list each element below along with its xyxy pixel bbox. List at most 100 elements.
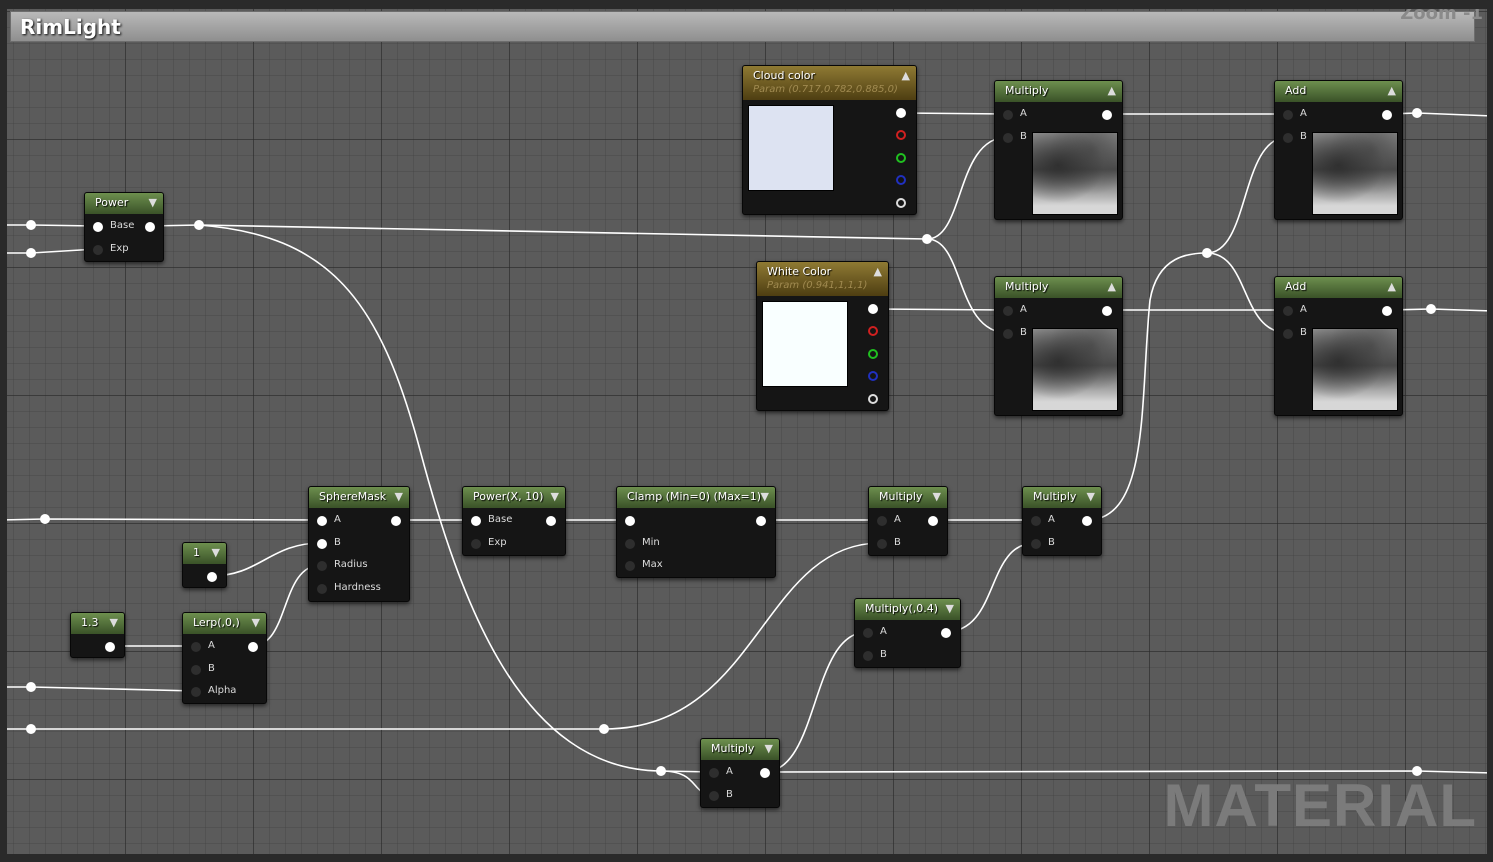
input-pin[interactable] <box>625 516 635 526</box>
output-pin-r[interactable] <box>896 130 906 140</box>
input-pin-radius[interactable] <box>317 561 327 571</box>
output-pin-r[interactable] <box>868 326 878 336</box>
lerp-node[interactable]: Lerp(,0,) ▼ A B Alpha <box>182 612 267 704</box>
input-pin-b[interactable] <box>709 791 719 801</box>
triangle-up-icon[interactable]: ▲ <box>1108 84 1116 97</box>
triangle-up-icon[interactable]: ▲ <box>1108 280 1116 293</box>
input-pin-exp[interactable] <box>471 539 481 549</box>
reroute-knot[interactable] <box>599 724 609 734</box>
output-pin-b[interactable] <box>896 175 906 185</box>
output-pin[interactable] <box>1382 306 1392 316</box>
input-pin-a[interactable] <box>1283 306 1293 316</box>
input-pin-max[interactable] <box>625 561 635 571</box>
reroute-knot[interactable] <box>194 220 204 230</box>
output-pin[interactable] <box>546 516 556 526</box>
input-pin-b[interactable] <box>1031 539 1041 549</box>
reroute-knot[interactable] <box>1412 108 1422 118</box>
reroute-knot[interactable] <box>26 248 36 258</box>
spheremask-node[interactable]: SphereMask ▼ A B Radius Hardness <box>308 486 410 602</box>
input-pin-b[interactable] <box>1283 133 1293 143</box>
input-pin-alpha[interactable] <box>191 687 201 697</box>
input-pin-a[interactable] <box>1031 516 1041 526</box>
multiply-node[interactable]: Multiply ▲ A B <box>994 276 1123 416</box>
output-pin[interactable] <box>391 516 401 526</box>
triangle-up-icon[interactable]: ▲ <box>902 69 910 82</box>
output-pin[interactable] <box>248 642 258 652</box>
reroute-knot[interactable] <box>922 234 932 244</box>
chevron-down-icon[interactable]: ▼ <box>933 490 941 503</box>
power-x-10-node[interactable]: Power(X, 10) ▼ Base Exp <box>462 486 566 556</box>
output-pin-g[interactable] <box>896 153 906 163</box>
input-pin-base[interactable] <box>93 222 103 232</box>
input-pin-hardness[interactable] <box>317 584 327 594</box>
input-pin-a[interactable] <box>709 768 719 778</box>
add-node[interactable]: Add ▲ A B <box>1274 80 1403 220</box>
chevron-down-icon[interactable]: ▼ <box>212 546 220 559</box>
output-pin[interactable] <box>928 516 938 526</box>
input-pin-b[interactable] <box>1283 329 1293 339</box>
output-pin[interactable] <box>1102 306 1112 316</box>
output-pin[interactable] <box>760 768 770 778</box>
input-pin-a[interactable] <box>1003 110 1013 120</box>
comment-box-header[interactable]: RimLight <box>10 11 1475 42</box>
chevron-down-icon[interactable]: ▼ <box>252 616 260 629</box>
reroute-knot[interactable] <box>1426 304 1436 314</box>
chevron-down-icon[interactable]: ▼ <box>1087 490 1095 503</box>
constant-node[interactable]: 1.3 ▼ <box>70 612 125 658</box>
input-pin-min[interactable] <box>625 539 635 549</box>
output-pin[interactable] <box>207 572 217 582</box>
output-pin[interactable] <box>1102 110 1112 120</box>
chevron-down-icon[interactable]: ▼ <box>765 742 773 755</box>
reroute-knot[interactable] <box>26 220 36 230</box>
reroute-knot[interactable] <box>40 514 50 524</box>
input-pin-b[interactable] <box>877 539 887 549</box>
add-node[interactable]: Add ▲ A B <box>1274 276 1403 416</box>
chevron-down-icon[interactable]: ▼ <box>110 616 118 629</box>
output-pin[interactable] <box>756 516 766 526</box>
chevron-down-icon[interactable]: ▼ <box>395 490 403 503</box>
output-pin-rgb[interactable] <box>896 108 906 118</box>
chevron-down-icon[interactable]: ▼ <box>761 490 769 503</box>
reroute-knot[interactable] <box>26 682 36 692</box>
triangle-up-icon[interactable]: ▲ <box>1388 280 1396 293</box>
output-pin-a[interactable] <box>868 394 878 404</box>
reroute-knot[interactable] <box>1202 248 1212 258</box>
output-pin[interactable] <box>1082 516 1092 526</box>
input-pin-a[interactable] <box>191 642 201 652</box>
multiply-node[interactable]: Multiply ▲ A B <box>994 80 1123 220</box>
multiply-node[interactable]: Multiply ▼ A B <box>700 738 780 808</box>
triangle-up-icon[interactable]: ▲ <box>1388 84 1396 97</box>
white-color-param-node[interactable]: White Color Param (0.941,1,1,1) ▲ <box>756 261 889 411</box>
input-pin-base[interactable] <box>471 516 481 526</box>
output-pin-b[interactable] <box>868 371 878 381</box>
output-pin[interactable] <box>1382 110 1392 120</box>
input-pin-b[interactable] <box>863 651 873 661</box>
multiply-node[interactable]: Multiply ▼ A B <box>868 486 948 556</box>
input-pin-a[interactable] <box>863 628 873 638</box>
multiply-0-4-node[interactable]: Multiply(,0.4) ▼ A B <box>854 598 961 668</box>
output-pin-g[interactable] <box>868 349 878 359</box>
input-pin-a[interactable] <box>317 516 327 526</box>
output-pin[interactable] <box>105 642 115 652</box>
input-pin-b[interactable] <box>1003 329 1013 339</box>
input-pin-b[interactable] <box>317 539 327 549</box>
multiply-node[interactable]: Multiply ▼ A B <box>1022 486 1102 556</box>
triangle-up-icon[interactable]: ▲ <box>874 265 882 278</box>
chevron-down-icon[interactable]: ▼ <box>149 196 157 209</box>
input-pin-exp[interactable] <box>93 245 103 255</box>
output-pin[interactable] <box>941 628 951 638</box>
output-pin-a[interactable] <box>896 198 906 208</box>
input-pin-a[interactable] <box>877 516 887 526</box>
constant-node[interactable]: 1 ▼ <box>182 542 227 588</box>
power-node[interactable]: Power ▼ Base Exp <box>84 192 164 262</box>
chevron-down-icon[interactable]: ▼ <box>946 602 954 615</box>
clamp-node[interactable]: Clamp (Min=0) (Max=1) ▼ Min Max <box>616 486 776 578</box>
input-pin-a[interactable] <box>1283 110 1293 120</box>
cloud-color-param-node[interactable]: Cloud color Param (0.717,0.782,0.885,0) … <box>742 65 917 215</box>
input-pin-b[interactable] <box>191 665 201 675</box>
output-pin[interactable] <box>145 222 155 232</box>
reroute-knot[interactable] <box>26 724 36 734</box>
input-pin-a[interactable] <box>1003 306 1013 316</box>
input-pin-b[interactable] <box>1003 133 1013 143</box>
output-pin-rgb[interactable] <box>868 304 878 314</box>
